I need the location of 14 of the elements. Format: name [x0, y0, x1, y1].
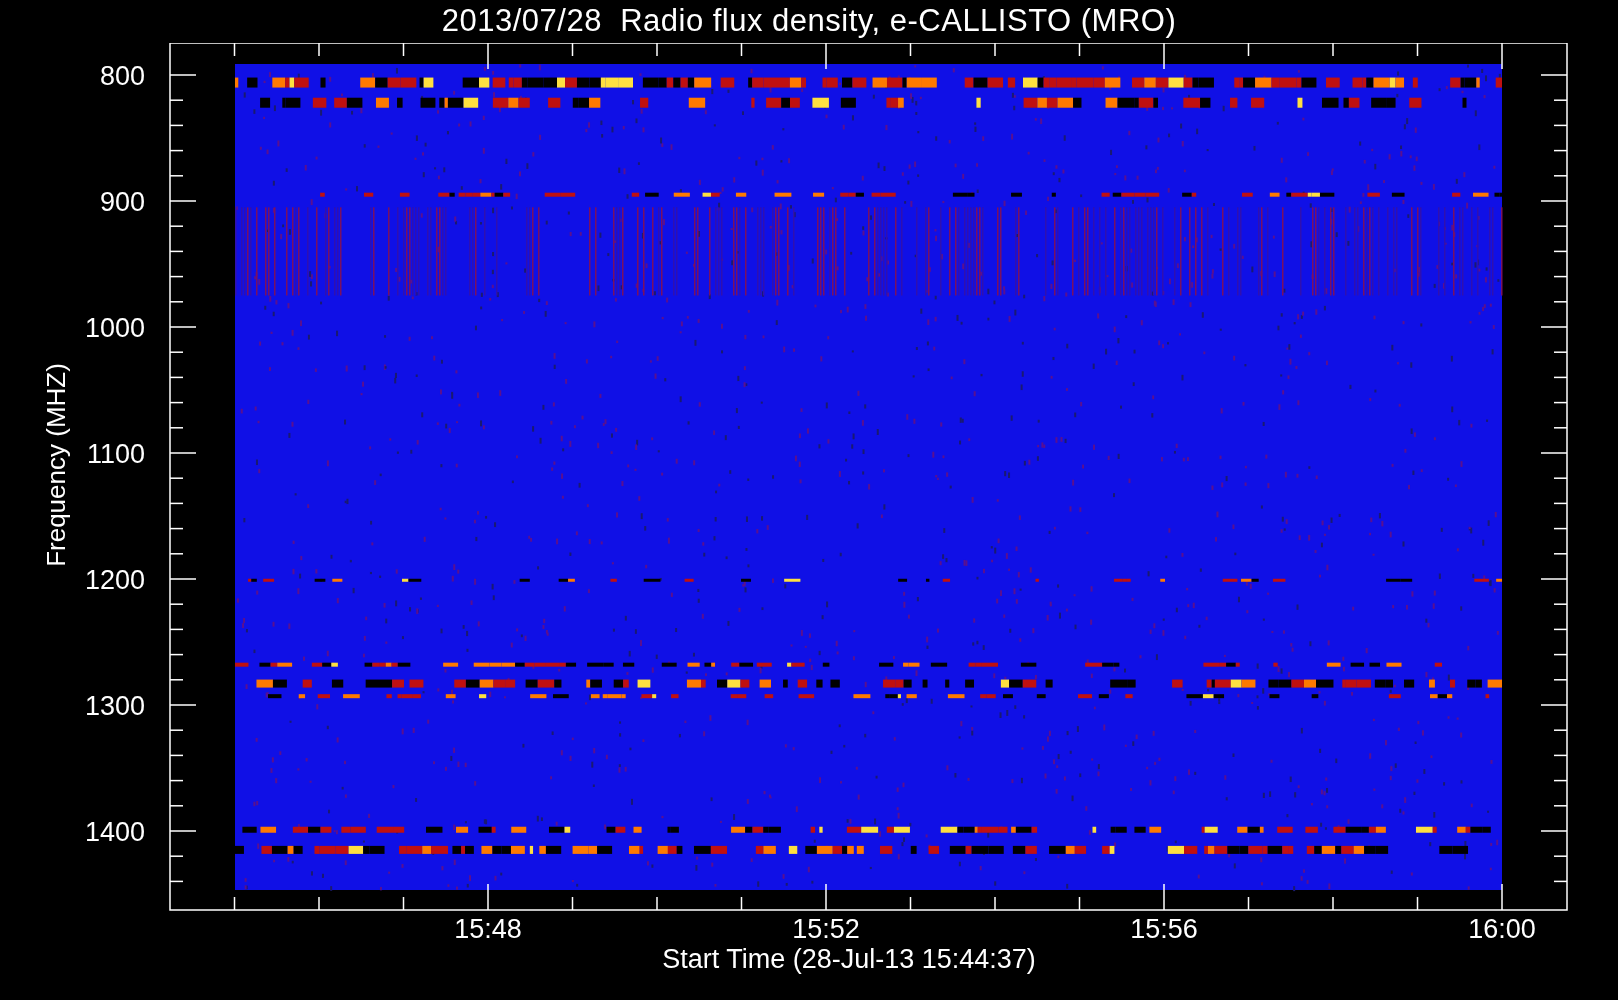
- y-tick-label: 1000: [84, 313, 145, 343]
- x-tick-label: 16:00: [1468, 914, 1536, 944]
- y-tick-label: 1400: [84, 817, 145, 847]
- y-tick-label: 800: [99, 61, 145, 91]
- y-axis-title: Frequency (MHZ): [41, 363, 71, 567]
- y-tick-label: 1100: [86, 439, 145, 469]
- y-tick-label: 900: [99, 187, 145, 217]
- y-tick-label: 1300: [84, 691, 145, 721]
- chart-title: 2013/07/28 Radio flux density, e-CALLISTO (MRO): [441, 2, 1177, 40]
- x-tick-label: 15:52: [792, 914, 860, 944]
- x-tick-label: 15:48: [454, 914, 522, 944]
- x-axis-title: Start Time (28-Jul-13 15:44:37): [662, 944, 1036, 974]
- x-tick-label: 15:56: [1130, 914, 1198, 944]
- y-tick-label: 1200: [84, 565, 145, 595]
